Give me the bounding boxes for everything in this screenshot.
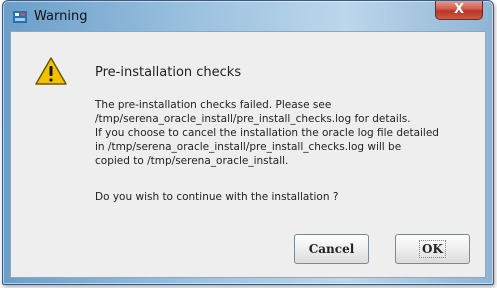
dialog-question: Do you wish to continue with the install… <box>95 191 339 203</box>
ok-button-label: OK <box>419 240 446 258</box>
dialog-heading: Pre-installation checks <box>95 65 242 80</box>
cancel-button[interactable]: Cancel <box>294 234 369 264</box>
close-icon: X <box>453 2 465 17</box>
message-line: in /tmp/serena_oracle_install/pre_instal… <box>95 141 402 153</box>
message-line: If you choose to cancel the installation… <box>95 127 439 139</box>
window-title: Warning <box>34 9 88 24</box>
warning-icon <box>35 57 67 85</box>
dialog-message: The pre-installation checks failed. Plea… <box>95 98 485 168</box>
dialog-content: Pre-installation checks The pre-installa… <box>10 31 486 278</box>
java-app-icon <box>13 11 27 23</box>
message-line: /tmp/serena_oracle_install/pre_install_c… <box>95 113 411 125</box>
ok-button[interactable]: OK <box>395 234 470 264</box>
close-button[interactable]: X <box>435 1 483 20</box>
message-line: copied to /tmp/serena_oracle_install. <box>95 155 289 167</box>
title-bar[interactable]: Warning X <box>3 1 493 31</box>
cancel-button-label: Cancel <box>308 242 355 256</box>
message-line: The pre-installation checks failed. Plea… <box>95 99 332 111</box>
dialog-window: Warning X Pre-installation checks The pr… <box>2 0 494 285</box>
